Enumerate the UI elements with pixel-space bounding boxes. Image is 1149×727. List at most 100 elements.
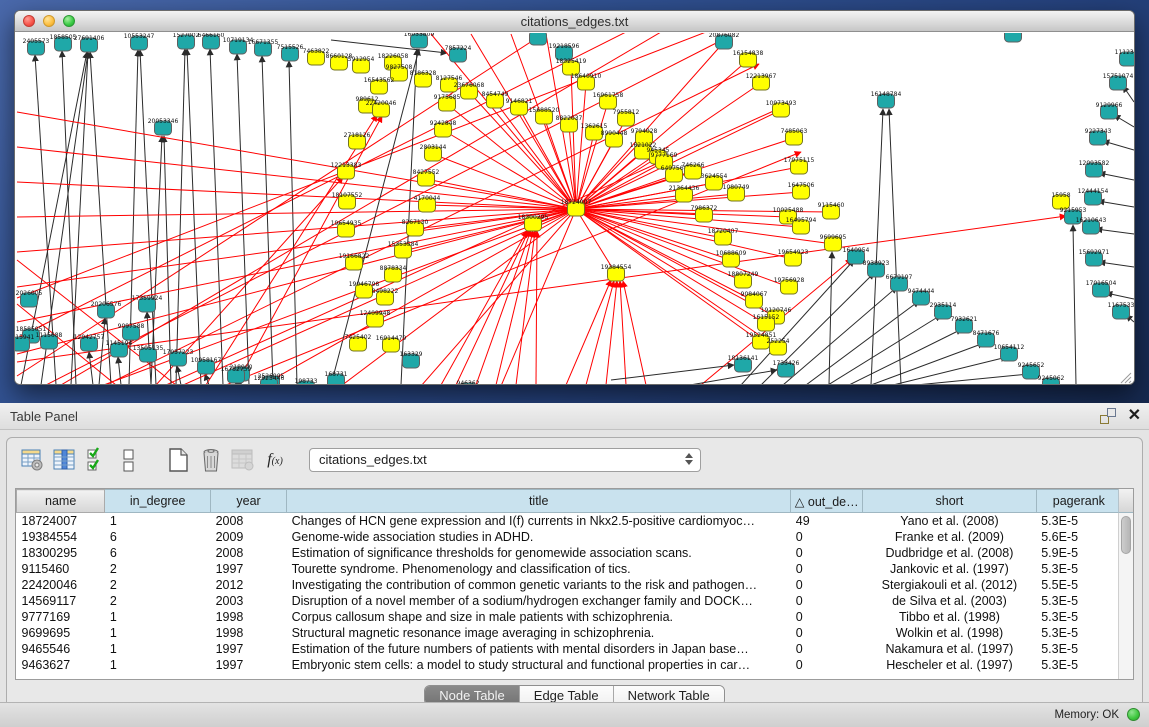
table-cell[interactable]: 9465546: [17, 641, 105, 657]
table-cell[interactable]: 9463627: [17, 657, 105, 673]
delete-column-button[interactable]: [197, 445, 225, 475]
window-titlebar[interactable]: citations_edges.txt: [15, 11, 1134, 32]
table-cell[interactable]: Disruption of a novel member of a sodium…: [287, 593, 791, 609]
table-cell[interactable]: Stergiakouli et al. (2012): [863, 577, 1037, 593]
table-cell[interactable]: Yano et al. (2008): [863, 513, 1037, 529]
table-cell[interactable]: 0: [791, 561, 863, 577]
table-cell[interactable]: 9115460: [17, 561, 105, 577]
table-cell[interactable]: 18300295: [17, 545, 105, 561]
table-panel-header[interactable]: Table Panel ✕: [0, 403, 1149, 430]
table-cell[interactable]: 0: [791, 657, 863, 673]
table-cell[interactable]: 1: [105, 641, 211, 657]
table-cell[interactable]: 1997: [211, 657, 287, 673]
table-cell[interactable]: 5.3E-5: [1036, 625, 1121, 641]
table-cell[interactable]: 1: [105, 657, 211, 673]
table-row[interactable]: 946362711997Embryonic stem cells: a mode…: [17, 657, 1122, 673]
table-cell[interactable]: Tibbo et al. (1998): [863, 609, 1037, 625]
table-cell[interactable]: Estimation of significance thresholds fo…: [287, 545, 791, 561]
table-row[interactable]: 969969511998Structural magnetic resonanc…: [17, 625, 1122, 641]
table-cell[interactable]: 0: [791, 577, 863, 593]
table-cell[interactable]: 0: [791, 593, 863, 609]
graph-node[interactable]: [1005, 33, 1022, 42]
table-cell[interactable]: 2008: [211, 545, 287, 561]
delete-table-button-disabled[interactable]: [229, 445, 257, 475]
column-header-year[interactable]: year: [211, 490, 287, 513]
table-cell[interactable]: 22420046: [17, 577, 105, 593]
table-cell[interactable]: Corpus callosum shape and size in male p…: [287, 609, 791, 625]
table-row[interactable]: 1830029562008Estimation of significance …: [17, 545, 1122, 561]
column-header-out_de[interactable]: △ out_de…: [791, 490, 863, 513]
table-cell[interactable]: 5.9E-5: [1036, 545, 1121, 561]
table-cell[interactable]: Franke et al. (2009): [863, 529, 1037, 545]
table-cell[interactable]: 9699695: [17, 625, 105, 641]
table-cell[interactable]: 5.3E-5: [1036, 513, 1121, 529]
table-cell[interactable]: 5.3E-5: [1036, 593, 1121, 609]
table-cell[interactable]: 1: [105, 513, 211, 529]
column-header-short[interactable]: short: [863, 490, 1037, 513]
table-cell[interactable]: 2008: [211, 513, 287, 529]
table-vertical-scrollbar[interactable]: [1118, 513, 1133, 679]
table-cell[interactable]: 2012: [211, 577, 287, 593]
table-cell[interactable]: 49: [791, 513, 863, 529]
table-cell[interactable]: de Silva et al. (2003): [863, 593, 1037, 609]
table-cell[interactable]: 1: [105, 609, 211, 625]
column-header-in_degree[interactable]: in_degree: [105, 490, 211, 513]
network-window[interactable]: citations_edges.txt 24055731858505276914…: [14, 10, 1135, 385]
scrollbar-thumb[interactable]: [1121, 516, 1131, 554]
table-cell[interactable]: 0: [791, 609, 863, 625]
network-view-canvas[interactable]: 2405573185850527691406105532471527002646…: [15, 33, 1134, 384]
column-header-pagerank[interactable]: pagerank: [1036, 490, 1121, 513]
table-cell[interactable]: Estimation of the future numbers of pati…: [287, 641, 791, 657]
show-columns-button[interactable]: [51, 445, 79, 475]
table-cell[interactable]: 2003: [211, 593, 287, 609]
function-builder-button[interactable]: f(x): [261, 445, 289, 475]
citation-network-graph[interactable]: 2405573185850527691406105532471527002646…: [15, 33, 1134, 385]
table-cell[interactable]: Investigating the contribution of common…: [287, 577, 791, 593]
table-cell[interactable]: Hescheler et al. (1997): [863, 657, 1037, 673]
table-cell[interactable]: 0: [791, 529, 863, 545]
table-cell[interactable]: 9777169: [17, 609, 105, 625]
table-cell[interactable]: 2: [105, 561, 211, 577]
table-cell[interactable]: 1997: [211, 561, 287, 577]
table-settings-button[interactable]: [19, 445, 47, 475]
table-cell[interactable]: 5.3E-5: [1036, 609, 1121, 625]
table-cell[interactable]: 2: [105, 577, 211, 593]
table-cell[interactable]: Nakamura et al. (1997): [863, 641, 1037, 657]
table-cell[interactable]: 5.3E-5: [1036, 561, 1121, 577]
table-cell[interactable]: Jankovic et al. (1997): [863, 561, 1037, 577]
table-row[interactable]: 1938455462009Genome-wide association stu…: [17, 529, 1122, 545]
table-cell[interactable]: 2: [105, 593, 211, 609]
table-cell[interactable]: Embryonic stem cells: a model to study s…: [287, 657, 791, 673]
table-cell[interactable]: 5.3E-5: [1036, 657, 1121, 673]
table-cell[interactable]: 1997: [211, 641, 287, 657]
canvas-resize-grip[interactable]: [1121, 373, 1131, 383]
table-cell[interactable]: 0: [791, 545, 863, 561]
table-cell[interactable]: 5.5E-5: [1036, 577, 1121, 593]
table-cell[interactable]: Genome-wide association studies in ADHD.: [287, 529, 791, 545]
table-row[interactable]: 1872400712008Changes of HCN gene express…: [17, 513, 1122, 529]
table-selector-dropdown[interactable]: citations_edges.txt: [309, 448, 701, 472]
table-cell[interactable]: 2009: [211, 529, 287, 545]
table-row[interactable]: 977716911998Corpus callosum shape and si…: [17, 609, 1122, 625]
table-row[interactable]: 2242004622012Investigating the contribut…: [17, 577, 1122, 593]
table-row[interactable]: 1456911722003Disruption of a novel membe…: [17, 593, 1122, 609]
table-cell[interactable]: 1998: [211, 609, 287, 625]
table-cell[interactable]: Structural magnetic resonance image aver…: [287, 625, 791, 641]
table-cell[interactable]: 0: [791, 625, 863, 641]
table-cell[interactable]: 18724007: [17, 513, 105, 529]
table-cell[interactable]: 5.6E-5: [1036, 529, 1121, 545]
column-header-name[interactable]: name: [17, 490, 105, 513]
column-header-title[interactable]: title: [287, 490, 791, 513]
new-table-button[interactable]: [165, 445, 193, 475]
table-cell[interactable]: 1: [105, 625, 211, 641]
table-cell[interactable]: 5.3E-5: [1036, 641, 1121, 657]
table-cell[interactable]: Wolkin et al. (1998): [863, 625, 1037, 641]
deselect-columns-button[interactable]: [115, 445, 143, 475]
float-panel-icon[interactable]: [1100, 408, 1116, 424]
table-cell[interactable]: 19384554: [17, 529, 105, 545]
table-row[interactable]: 911546021997Tourette syndrome. Phenomeno…: [17, 561, 1122, 577]
table-cell[interactable]: Changes of HCN gene expression and I(f) …: [287, 513, 791, 529]
table-cell[interactable]: 1998: [211, 625, 287, 641]
select-all-columns-button[interactable]: [83, 445, 111, 475]
close-panel-icon[interactable]: ✕: [1128, 408, 1141, 424]
